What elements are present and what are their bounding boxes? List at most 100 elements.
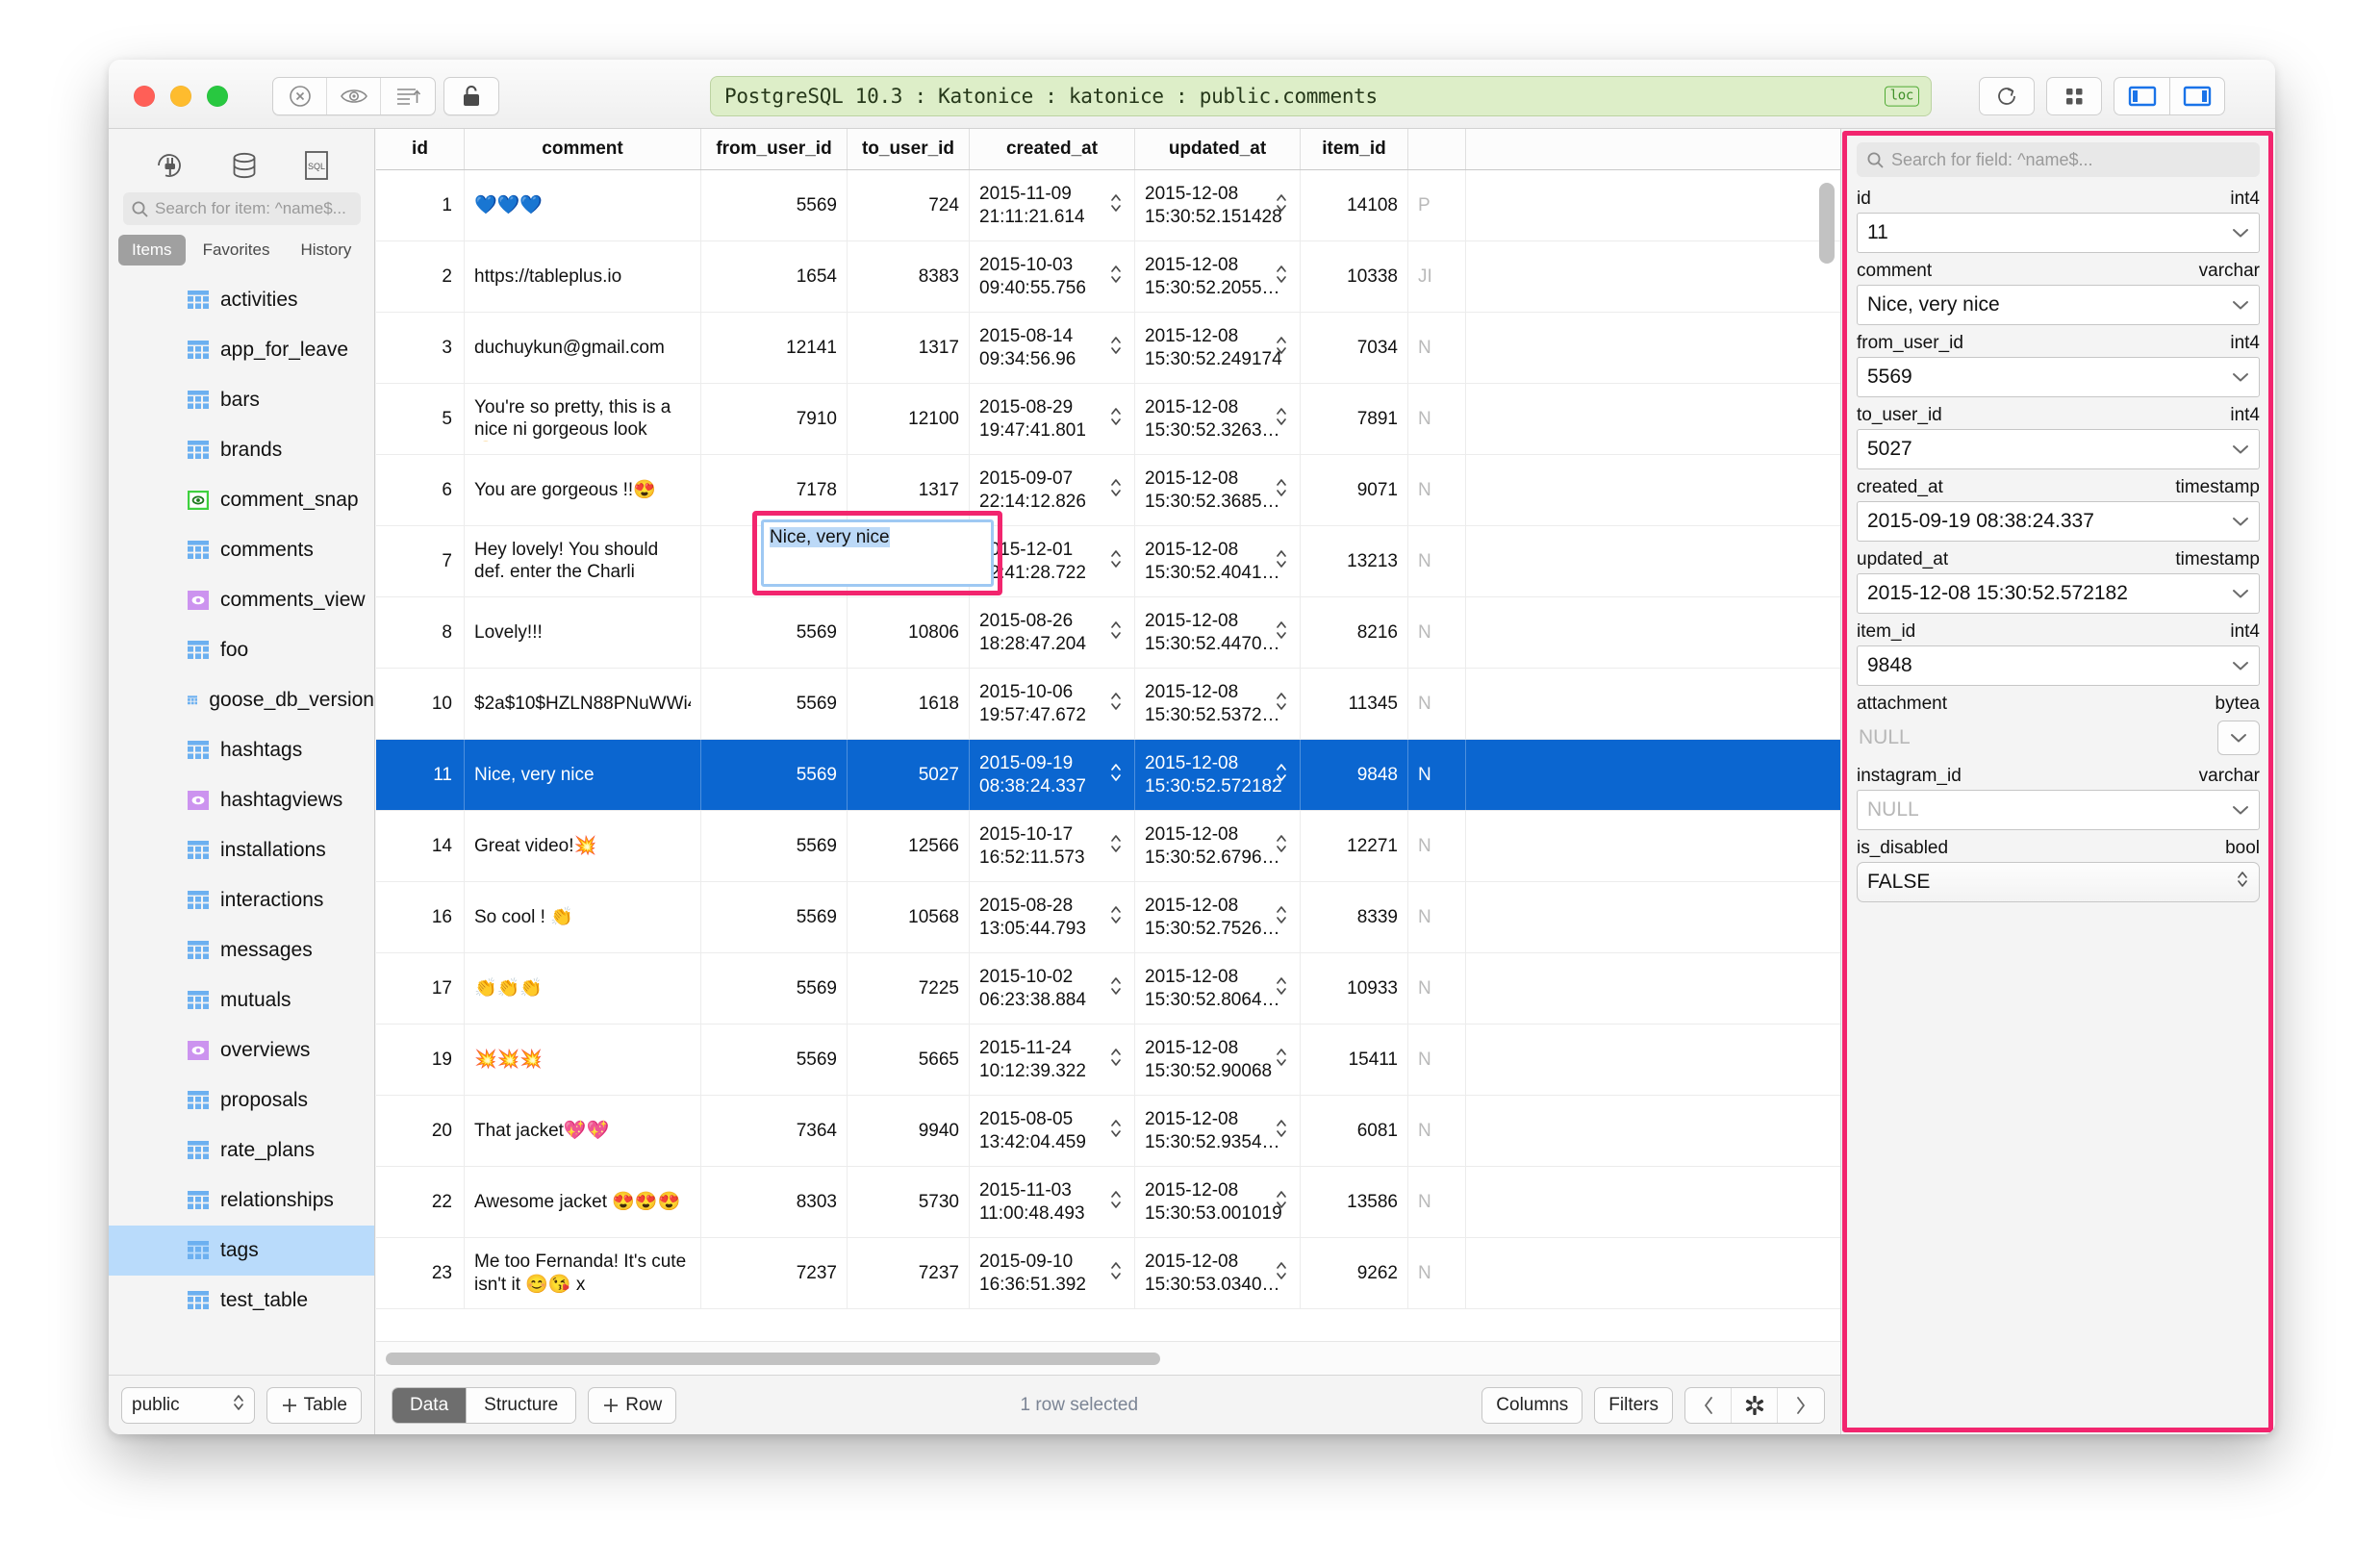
cell-id[interactable]: 5 — [376, 384, 465, 454]
cell-overflow[interactable]: N — [1408, 597, 1466, 668]
cell-overflow[interactable]: N — [1408, 740, 1466, 810]
cell-from-user-id[interactable]: 5569 — [701, 597, 848, 668]
cell-comment[interactable]: 👏👏👏 — [465, 953, 701, 1024]
cell-created-at[interactable]: 2015-09-10 16:36:51.392 — [970, 1238, 1135, 1308]
chevron-down-icon[interactable] — [2232, 798, 2249, 822]
cell-item-id[interactable]: 9071 — [1301, 455, 1408, 525]
add-table-button[interactable]: Table — [266, 1386, 362, 1424]
value-stepper-icon[interactable] — [1109, 1043, 1123, 1077]
sidebar-item-app_for_leave[interactable]: app_for_leave — [109, 325, 374, 375]
sidebar-item-messages[interactable]: messages — [109, 925, 374, 975]
field-input-from_user_id[interactable]: 5569 — [1857, 357, 2260, 397]
cell-id[interactable]: 6 — [376, 455, 465, 525]
cell-id[interactable]: 17 — [376, 953, 465, 1024]
cell-to-user-id[interactable]: 724 — [848, 170, 970, 240]
cell-item-id[interactable]: 8216 — [1301, 597, 1408, 668]
table-row[interactable]: 1 💙💙💙 5569 724 2015-11-09 21:11:21.614 2015-12… — [376, 170, 1840, 241]
value-stepper-icon[interactable] — [1109, 1114, 1123, 1149]
cell-overflow[interactable]: N — [1408, 811, 1466, 881]
sidebar-item-overviews[interactable]: overviews — [109, 1025, 374, 1075]
close-window-button[interactable] — [134, 86, 155, 107]
cell-to-user-id[interactable]: 1618 — [848, 669, 970, 739]
grid-column-header-item_id[interactable]: item_id — [1301, 129, 1408, 169]
sidebar-item-bars[interactable]: bars — [109, 375, 374, 425]
value-stepper-icon[interactable] — [1109, 402, 1123, 437]
cell-comment[interactable]: 💙💙💙 — [465, 170, 701, 240]
cell-created-at[interactable]: 2015-08-29 19:47:41.801 — [970, 384, 1135, 454]
sidebar-item-test_table[interactable]: test_table — [109, 1276, 374, 1326]
cell-overflow[interactable]: N — [1408, 1096, 1466, 1166]
table-row[interactable]: 20 That jacket💖💖 7364 9940 2015-08-05 13:42:0… — [376, 1096, 1840, 1167]
cell-created-at[interactable]: 2015-08-14 09:34:56.96 — [970, 313, 1135, 383]
cell-updated-at[interactable]: 2015-12-08 15:30:52.572182 — [1135, 740, 1301, 810]
cell-item-id[interactable]: 8339 — [1301, 882, 1408, 952]
cell-item-id[interactable]: 13213 — [1301, 526, 1408, 596]
value-stepper-icon[interactable] — [1109, 972, 1123, 1006]
cell-id[interactable]: 8 — [376, 597, 465, 668]
cell-comment[interactable]: Lovely!!! — [465, 597, 701, 668]
horizontal-scrollbar[interactable] — [376, 1341, 1840, 1375]
value-stepper-icon[interactable] — [1275, 972, 1288, 1006]
cell-item-id[interactable]: 9262 — [1301, 1238, 1408, 1308]
cell-item-id[interactable]: 7891 — [1301, 384, 1408, 454]
cell-comment[interactable]: $2a$10$HZLN88PNuWWi4ZuS91lb8dR98Jit0kblv… — [465, 669, 701, 739]
field-input-id[interactable]: 11 — [1857, 213, 2260, 253]
sidebar-item-proposals[interactable]: proposals — [109, 1075, 374, 1125]
value-stepper-icon[interactable] — [1275, 544, 1288, 579]
cell-overflow[interactable]: N — [1408, 1167, 1466, 1237]
cell-overflow[interactable]: N — [1408, 1238, 1466, 1308]
chevron-down-icon[interactable] — [2232, 366, 2249, 389]
sidebar-item-interactions[interactable]: interactions — [109, 875, 374, 925]
value-stepper-icon[interactable] — [1275, 473, 1288, 508]
sidebar-item-hashtagviews[interactable]: hashtagviews — [109, 775, 374, 825]
value-stepper-icon[interactable] — [1275, 331, 1288, 366]
table-row[interactable]: 2 https://tableplus.io 1654 8383 2015-10-03 0… — [376, 241, 1840, 313]
grid-column-header-from_user_id[interactable]: from_user_id — [701, 129, 848, 169]
cell-overflow[interactable]: P — [1408, 170, 1466, 240]
cell-id[interactable]: 3 — [376, 313, 465, 383]
cell-from-user-id[interactable]: 7178 — [701, 455, 848, 525]
chevron-down-icon[interactable] — [2232, 582, 2249, 605]
value-stepper-icon[interactable] — [1275, 402, 1288, 437]
settings-button[interactable] — [1732, 1387, 1778, 1423]
cell-id[interactable]: 7 — [376, 526, 465, 596]
cell-id[interactable]: 2 — [376, 241, 465, 312]
chevron-down-icon[interactable] — [2232, 438, 2249, 461]
cell-updated-at[interactable]: 2015-12-08 15:30:52.3263… — [1135, 384, 1301, 454]
cell-id[interactable]: 22 — [376, 1167, 465, 1237]
preview-button[interactable] — [327, 78, 381, 114]
columns-button[interactable]: Columns — [1481, 1386, 1583, 1424]
cell-item-id[interactable]: 12271 — [1301, 811, 1408, 881]
grid-column-header-to_user_id[interactable]: to_user_id — [848, 129, 970, 169]
cell-created-at[interactable]: 2015-08-28 13:05:44.793 — [970, 882, 1135, 952]
chevron-down-icon[interactable] — [2232, 221, 2249, 244]
grid-column-header-comment[interactable]: comment — [465, 129, 701, 169]
table-row[interactable]: 22 Awesome jacket 😍😍😍 8303 5730 2015-11-03 11… — [376, 1167, 1840, 1238]
cell-created-at[interactable]: 2015-10-02 06:23:38.884 — [970, 953, 1135, 1024]
sidebar-item-tags[interactable]: tags — [109, 1226, 374, 1276]
cell-id[interactable]: 20 — [376, 1096, 465, 1166]
cell-comment[interactable]: Awesome jacket 😍😍😍 — [465, 1167, 701, 1237]
cell-comment[interactable]: Me too Fernanda! It's cute isn't it 😊😘 x — [465, 1238, 701, 1308]
sidebar-tab-items[interactable]: Items — [118, 235, 186, 266]
value-stepper-icon[interactable] — [1109, 1185, 1123, 1220]
value-stepper-icon[interactable] — [1109, 473, 1123, 508]
cell-from-user-id[interactable]: 1654 — [701, 241, 848, 312]
cell-comment[interactable]: Great video!💥 — [465, 811, 701, 881]
field-input-to_user_id[interactable]: 5027 — [1857, 429, 2260, 469]
cell-updated-at[interactable]: 2015-12-08 15:30:52.8064… — [1135, 953, 1301, 1024]
toggle-left-sidebar-button[interactable] — [2114, 77, 2169, 115]
next-page-button[interactable] — [1778, 1388, 1824, 1423]
grid-column-header[interactable] — [1408, 129, 1466, 169]
cell-from-user-id[interactable]: 5569 — [701, 669, 848, 739]
cell-to-user-id[interactable]: 7225 — [848, 953, 970, 1024]
value-stepper-icon[interactable] — [1275, 616, 1288, 650]
previous-page-button[interactable] — [1685, 1387, 1732, 1423]
sidebar-item-comments[interactable]: comments — [109, 525, 374, 575]
cell-item-id[interactable]: 14108 — [1301, 170, 1408, 240]
cell-id[interactable]: 10 — [376, 669, 465, 739]
table-row[interactable]: 23 Me too Fernanda! It's cute isn't it 😊😘… — [376, 1238, 1840, 1309]
cell-from-user-id[interactable]: 8303 — [701, 1167, 848, 1237]
cell-created-at[interactable]: 2015-11-09 21:11:21.614 — [970, 170, 1135, 240]
table-row[interactable]: 17 👏👏👏 5569 7225 2015-10-02 06:23:38.884 2015-… — [376, 953, 1840, 1024]
